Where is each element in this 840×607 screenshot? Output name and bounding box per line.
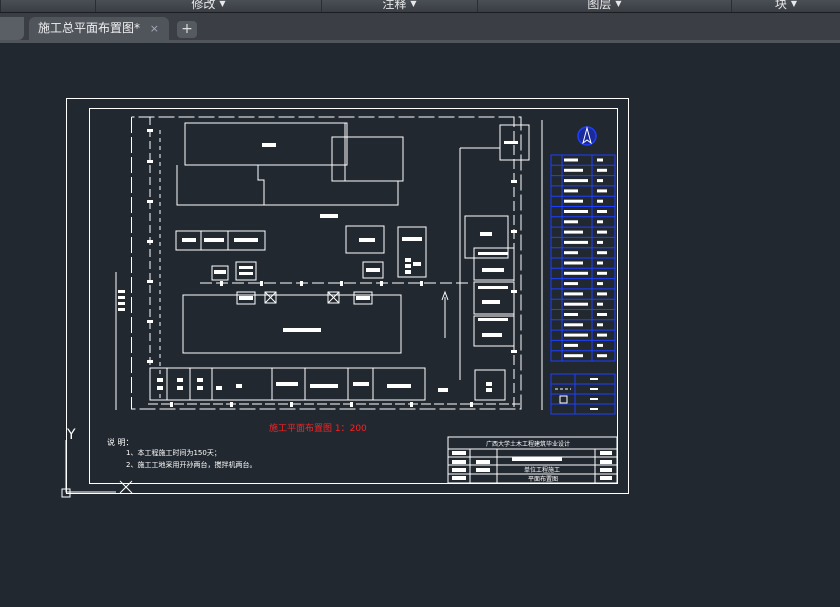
legend-row-value [597, 282, 603, 286]
legend-row-label [564, 323, 583, 327]
legend-row-label [564, 189, 578, 193]
legend-row-value [597, 210, 607, 213]
file-tab-bar: 施工总平面布置图* × + [0, 13, 840, 40]
menu-item-annotate[interactable]: 注释 ▼ [321, 0, 477, 12]
legend-row-value [597, 343, 603, 347]
legend-row-value [597, 313, 607, 316]
legend-row-label [564, 354, 583, 358]
legend-row-value [597, 220, 603, 224]
chevron-down-icon: ▼ [615, 0, 622, 8]
new-tab-button[interactable]: + [177, 21, 197, 38]
tab-active-drawing[interactable]: 施工总平面布置图* × [29, 17, 169, 40]
small-shed [235, 261, 257, 281]
menu-item-block[interactable]: 块 ▼ [731, 0, 840, 12]
legend-row-label [564, 292, 583, 296]
legend-row-value [597, 168, 607, 172]
chevron-down-icon: ▼ [219, 0, 226, 8]
legend-row-label [564, 251, 578, 255]
legend-row-label [564, 199, 583, 203]
legend-row-label [564, 210, 588, 213]
menu-item-prev[interactable] [0, 0, 95, 12]
chevron-down-icon: ▼ [410, 0, 417, 8]
legend-row-value [597, 199, 603, 203]
note-2: 2、施工工地采用开孙两台，搅拌机两台。 [126, 460, 256, 469]
legend-row-label [564, 343, 578, 347]
title-block-drawing-name-2: 平面布置图 [528, 475, 558, 483]
legend-row-label [564, 271, 588, 275]
drawing-canvas[interactable]: 施工平面布置图 1：200 说 明： 1、本工程施工时间为150天； 2、施工工… [0, 43, 840, 607]
legend-row-value [597, 261, 603, 265]
legend-row-value [597, 158, 603, 162]
legend-row-value [597, 189, 607, 193]
note-1: 1、本工程施工时间为150天； [126, 448, 221, 457]
ucs-icon [65, 440, 116, 493]
legend-row-value [597, 323, 603, 327]
legend-row-label [564, 313, 578, 316]
menu-item-layers[interactable]: 图层 ▼ [477, 0, 731, 12]
legend-row-value [597, 302, 603, 306]
legend-row-label [564, 302, 588, 306]
legend-row-value [597, 230, 607, 234]
legend-row-value [597, 271, 607, 275]
title-block-header: 广西大学土木工程建筑毕业设计 [486, 440, 570, 448]
menu-item-block-label: 块 [774, 0, 787, 11]
menu-item-modify[interactable]: 修改 ▼ [95, 0, 321, 12]
legend-row-label [564, 240, 588, 244]
plan-title: 施工平面布置图 1：200 [269, 422, 367, 434]
legend-table [550, 154, 616, 415]
chevron-down-icon: ▼ [790, 0, 798, 8]
legend-row-label [564, 220, 578, 224]
legend-row-label [564, 158, 578, 162]
title-block-drawing-name-1: 单位工程施工 [524, 466, 560, 474]
ucs-y-label: Y [66, 427, 76, 443]
legend-row-value [597, 240, 603, 244]
tab-label: 施工总平面布置图* [38, 21, 141, 35]
building-north-connector [257, 165, 265, 205]
legend-row-value [597, 333, 607, 337]
legend-row-label [564, 168, 583, 172]
legend-row-label [564, 179, 588, 183]
notes-heading: 说 明： [107, 437, 134, 447]
east-building [464, 215, 509, 259]
site-boundary [131, 116, 522, 410]
legend-row-value [597, 179, 603, 183]
building-north-outline [176, 123, 399, 206]
workshop [397, 226, 427, 278]
close-icon[interactable]: × [150, 17, 159, 40]
legend-row-value [597, 251, 607, 255]
legend-row-value [597, 292, 607, 296]
menu-item-modify-label: 修改 [191, 0, 216, 11]
legend-row-value [597, 354, 607, 358]
tab-previous[interactable] [0, 17, 24, 40]
building-north-annex [331, 136, 404, 182]
menu-item-annotate-label: 注释 [382, 0, 407, 11]
menu-item-layers-label: 图层 [587, 0, 612, 11]
legend-row-label [564, 282, 578, 286]
legend-row-label [564, 230, 583, 234]
menu-bar: 修改 ▼ 注释 ▼ 图层 ▼ 块 ▼ [0, 0, 840, 13]
legend-row-label [564, 333, 588, 337]
north-arrow-icon [577, 126, 597, 146]
legend-row-label [564, 261, 583, 265]
